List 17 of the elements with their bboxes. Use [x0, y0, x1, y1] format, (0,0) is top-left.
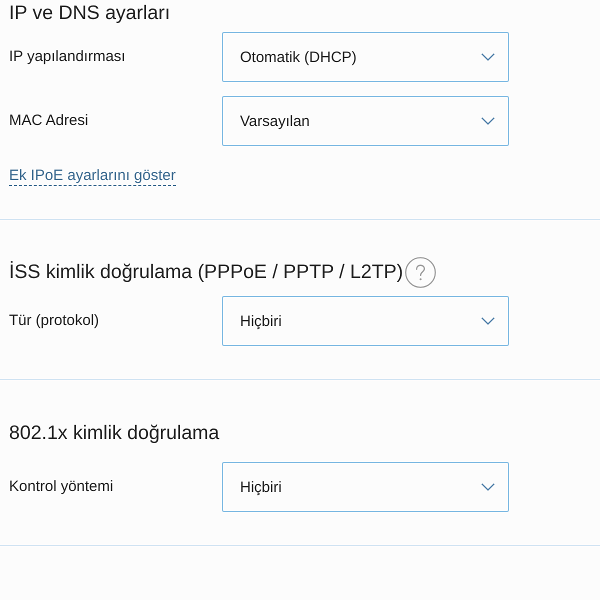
- field-label: MAC Adresi: [9, 111, 90, 131]
- field-label: Kontrol yöntemi: [9, 477, 114, 497]
- chevron-down-icon: [481, 483, 495, 491]
- help-icon[interactable]: [405, 256, 436, 288]
- chevron-down-icon: [481, 317, 495, 325]
- section-heading: IP ve DNS ayarları: [9, 1, 170, 25]
- field-label: IP yapılandırması: [9, 47, 126, 67]
- chevron-down-icon: [481, 117, 495, 125]
- dropdown[interactable]: Hiçbiri: [222, 462, 509, 512]
- dropdown[interactable]: Hiçbiri: [222, 296, 509, 346]
- field-label: Tür (protokol): [9, 311, 100, 331]
- dropdown[interactable]: Varsayılan: [222, 96, 509, 146]
- section-heading: 802.1x kimlik doğrulama: [9, 421, 220, 445]
- settings-link[interactable]: Ek IPoE ayarlarını göster: [9, 166, 176, 186]
- chevron-down-icon: [481, 53, 495, 61]
- dropdown[interactable]: Otomatik (DHCP): [222, 32, 509, 82]
- section-heading: İSS kimlik doğrulama (PPPoE / PPTP / L2TP): [9, 260, 404, 284]
